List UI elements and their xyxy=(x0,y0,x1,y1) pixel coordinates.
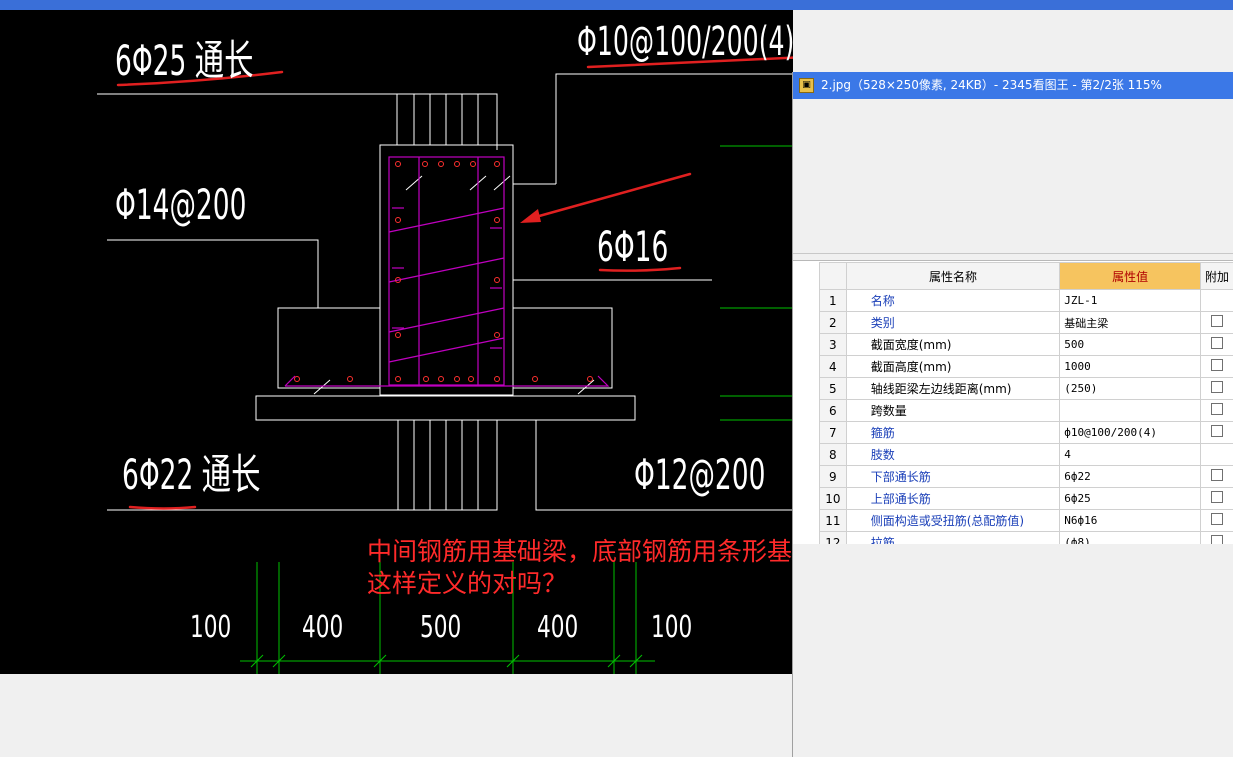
property-extra xyxy=(1199,509,1233,532)
question-line-2: 这样定义的对吗？ xyxy=(367,569,568,598)
property-value[interactable]: 4 xyxy=(1059,443,1201,466)
property-name: 类别 xyxy=(845,311,1061,334)
table-row[interactable]: 4 截面高度(mm) 1000 xyxy=(819,355,1233,378)
row-number: 9 xyxy=(819,465,847,488)
footing-distribution-label: Φ12@200 xyxy=(634,450,766,499)
viewer-title-bar[interactable]: ▣ 2.jpg（528×250像素, 24KB）- 2345看图王 - 第2/2… xyxy=(793,72,1233,99)
extra-checkbox[interactable] xyxy=(1210,425,1223,437)
row-number: 3 xyxy=(819,333,847,356)
row-number: 7 xyxy=(819,421,847,444)
property-extra-header: 附加 xyxy=(1199,262,1233,290)
bottom-bars-label: 6Φ22 通长 xyxy=(122,450,261,499)
side-bars-label: 6Φ16 xyxy=(597,222,669,271)
extra-checkbox[interactable] xyxy=(1210,315,1223,327)
property-name: 跨数量 xyxy=(845,399,1061,422)
extra-checkbox[interactable] xyxy=(1210,359,1223,371)
table-row[interactable]: 3 截面宽度(mm) 500 xyxy=(819,333,1233,356)
property-extra xyxy=(1199,531,1233,544)
property-value[interactable]: ф10@100/200(4) xyxy=(1059,421,1201,444)
property-value[interactable]: JZL-1 xyxy=(1059,289,1201,312)
table-row[interactable]: 1 名称 JZL-1 xyxy=(819,289,1233,312)
viewer-image-area[interactable]: 属性名称 属性值 附加 1 名称 JZL-1 2 类别 基础主梁 3 截面宽度(mm) 500 4… xyxy=(793,99,1233,544)
row-number: 10 xyxy=(819,487,847,510)
property-name: 侧面构造或受扭筋(总配筋值) xyxy=(845,509,1061,532)
dimension-left-edge: 100 xyxy=(190,610,232,645)
property-name: 截面宽度(mm) xyxy=(845,333,1061,356)
image-viewer-window[interactable]: ▣ 2.jpg（528×250像素, 24KB）- 2345看图王 - 第2/2… xyxy=(792,72,1233,757)
table-row[interactable]: 2 类别 基础主梁 xyxy=(819,311,1233,334)
table-row[interactable]: 5 轴线距梁左边线距离(mm) (250) xyxy=(819,377,1233,400)
table-row[interactable]: 10 上部通长筋 6ф25 xyxy=(819,487,1233,510)
extra-checkbox[interactable] xyxy=(1210,403,1223,415)
extra-checkbox[interactable] xyxy=(1210,381,1223,393)
property-value[interactable]: N6ф16 xyxy=(1059,509,1201,532)
table-row[interactable]: 12 拉筋 (ф8) xyxy=(819,531,1233,544)
dimension-stem: 500 xyxy=(420,610,462,645)
table-row[interactable]: 9 下部通长筋 6ф22 xyxy=(819,465,1233,488)
property-name: 拉筋 xyxy=(845,531,1061,544)
row-number: 6 xyxy=(819,399,847,422)
extra-checkbox[interactable] xyxy=(1210,469,1223,481)
property-name: 箍筋 xyxy=(845,421,1061,444)
property-extra xyxy=(1199,311,1233,334)
row-number: 11 xyxy=(819,509,847,532)
property-extra xyxy=(1199,399,1233,422)
dimension-left-shoulder: 400 xyxy=(302,610,344,645)
table-row[interactable]: 11 侧面构造或受扭筋(总配筋值) N6ф16 xyxy=(819,509,1233,532)
row-number-header xyxy=(819,262,847,290)
property-extra xyxy=(1199,443,1233,466)
property-value[interactable]: 1000 xyxy=(1059,355,1201,378)
dimension-right-shoulder: 400 xyxy=(537,610,579,645)
property-extra xyxy=(1199,465,1233,488)
property-name: 下部通长筋 xyxy=(845,465,1061,488)
property-name-header: 属性名称 xyxy=(845,262,1061,290)
property-name: 肢数 xyxy=(845,443,1061,466)
property-value[interactable]: 6ф25 xyxy=(1059,487,1201,510)
row-number: 5 xyxy=(819,377,847,400)
property-name: 截面高度(mm) xyxy=(845,355,1061,378)
window-title-bar xyxy=(0,0,1233,10)
slab-distribution-label: Φ14@200 xyxy=(115,180,247,229)
row-number: 12 xyxy=(819,531,847,544)
stirrup-label: Φ10@100/200(4) xyxy=(577,19,793,65)
property-extra xyxy=(1199,355,1233,378)
property-table: 属性名称 属性值 附加 1 名称 JZL-1 2 类别 基础主梁 3 截面宽度(mm) 500 4… xyxy=(819,262,1233,544)
property-extra xyxy=(1199,289,1233,312)
property-value[interactable]: (ф8) xyxy=(1059,531,1201,544)
image-viewer-icon: ▣ xyxy=(799,78,814,93)
extra-checkbox[interactable] xyxy=(1210,337,1223,349)
table-row[interactable]: 7 箍筋 ф10@100/200(4) xyxy=(819,421,1233,444)
property-name: 名称 xyxy=(845,289,1061,312)
property-value[interactable] xyxy=(1059,399,1201,422)
row-number: 2 xyxy=(819,311,847,334)
property-extra xyxy=(1199,333,1233,356)
row-number: 8 xyxy=(819,443,847,466)
dimension-right-edge: 100 xyxy=(651,610,693,645)
property-value[interactable]: 基础主梁 xyxy=(1059,311,1201,334)
property-name: 轴线距梁左边线距离(mm) xyxy=(845,377,1061,400)
property-panel: 属性名称 属性值 附加 1 名称 JZL-1 2 类别 基础主梁 3 截面宽度(mm) 500 4… xyxy=(793,253,1233,544)
property-extra xyxy=(1199,421,1233,444)
extra-checkbox[interactable] xyxy=(1210,491,1223,503)
property-name: 上部通长筋 xyxy=(845,487,1061,510)
property-value-header: 属性值 xyxy=(1059,262,1201,290)
row-number: 1 xyxy=(819,289,847,312)
table-row[interactable]: 8 肢数 4 xyxy=(819,443,1233,466)
property-value[interactable]: 6ф22 xyxy=(1059,465,1201,488)
top-bars-label: 6Φ25 通长 xyxy=(115,36,254,85)
panel-toolbar xyxy=(793,254,1233,261)
background-window-edge xyxy=(1212,10,1233,72)
property-extra xyxy=(1199,487,1233,510)
extra-checkbox[interactable] xyxy=(1210,513,1223,525)
row-number: 4 xyxy=(819,355,847,378)
property-value[interactable]: (250) xyxy=(1059,377,1201,400)
table-row[interactable]: 6 跨数量 xyxy=(819,399,1233,422)
property-value[interactable]: 500 xyxy=(1059,333,1201,356)
property-extra xyxy=(1199,377,1233,400)
extra-checkbox[interactable] xyxy=(1210,535,1223,544)
viewer-title: 2.jpg（528×250像素, 24KB）- 2345看图王 - 第2/2张 … xyxy=(821,78,1162,92)
